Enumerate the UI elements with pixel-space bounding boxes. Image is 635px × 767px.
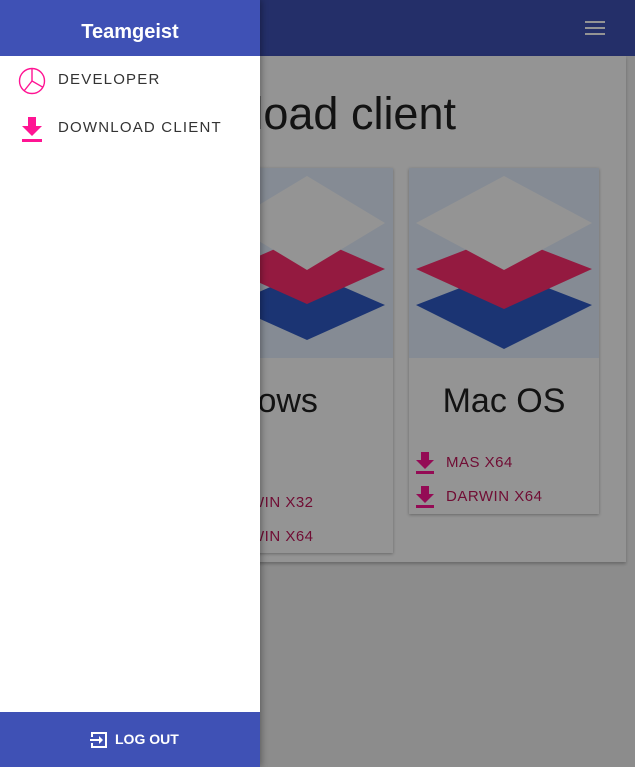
navigation-drawer: Teamgeist DEVELOPER DOWNLOAD CLIENT LOG … [0, 0, 260, 767]
drawer-item-label: DOWNLOAD CLIENT [58, 119, 222, 136]
logout-button[interactable]: LOG OUT [0, 712, 260, 767]
drawer-item-developer[interactable]: DEVELOPER [0, 56, 260, 104]
download-icon [22, 117, 42, 142]
logout-label: LOG OUT [115, 731, 179, 747]
drawer-item-label: DEVELOPER [58, 71, 161, 88]
drawer-item-download-client[interactable]: DOWNLOAD CLIENT [0, 104, 260, 152]
pie-chart-icon [18, 67, 46, 95]
drawer-header: Teamgeist [0, 0, 260, 56]
exit-icon [90, 732, 107, 748]
